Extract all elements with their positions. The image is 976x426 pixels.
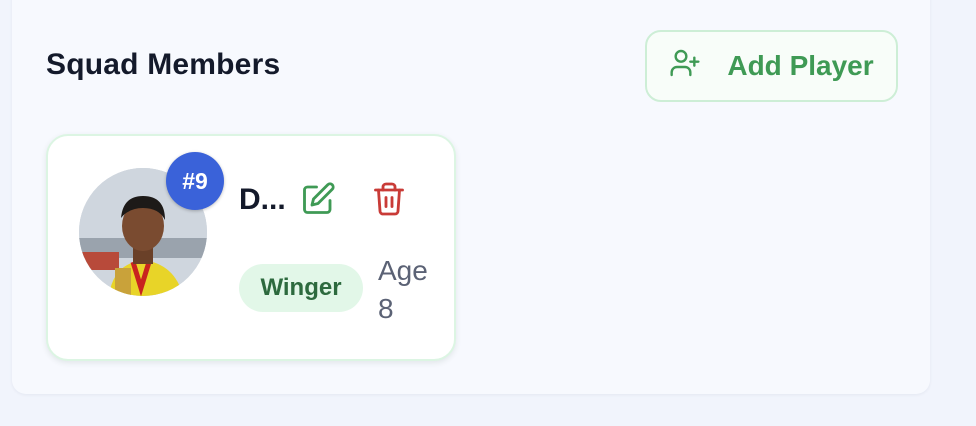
jersey-number-badge: #9 bbox=[166, 152, 224, 210]
trash-icon bbox=[371, 182, 407, 221]
add-player-button[interactable]: Add Player bbox=[645, 30, 898, 102]
add-player-label: Add Player bbox=[727, 50, 874, 81]
user-plus-icon bbox=[669, 47, 701, 86]
age-value: 8 bbox=[378, 293, 394, 324]
edit-player-button[interactable] bbox=[300, 181, 336, 217]
player-age: Age 8 bbox=[378, 252, 428, 328]
player-name: D... bbox=[239, 183, 286, 216]
edit-icon bbox=[300, 182, 336, 221]
delete-player-button[interactable] bbox=[371, 181, 407, 217]
section-title: Squad Members bbox=[46, 48, 281, 81]
age-label: Age bbox=[378, 255, 428, 286]
position-badge: Winger bbox=[239, 264, 363, 312]
